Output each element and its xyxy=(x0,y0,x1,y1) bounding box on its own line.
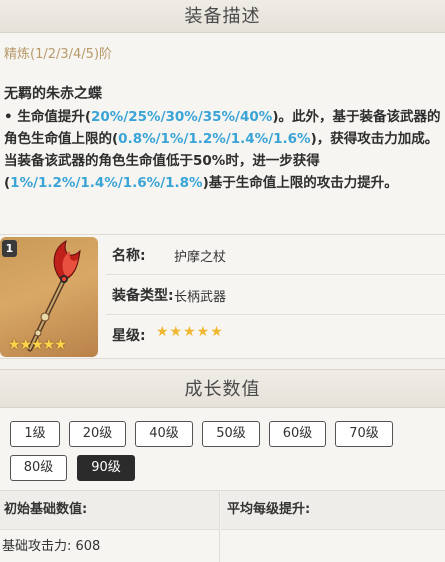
info-row-type: 装备类型: 长柄武器 xyxy=(106,275,445,315)
image-rarity-stars: ★★★★★ xyxy=(8,337,67,353)
desc-text-1: 生命值提升( xyxy=(17,109,92,125)
level-button-60[interactable]: 60级 xyxy=(269,421,326,447)
info-row-name: 名称: 护摩之杖 xyxy=(106,235,445,275)
level-button-20[interactable]: 20级 xyxy=(69,421,126,447)
description-panel: 精炼(1/2/3/4/5)阶 无羁的朱赤之蝶 • 生命值提升(20%/25%/3… xyxy=(0,33,445,235)
level-selector: 1级 20级 40级 50级 60级 70级 80级 90级 xyxy=(0,408,445,490)
rarity-label: 星级: xyxy=(112,328,146,344)
level-button-80[interactable]: 80级 xyxy=(10,455,67,481)
stats-table: 初始基础数值: 平均每级提升: 基础攻击力: 608 xyxy=(0,490,445,562)
type-label: 装备类型: xyxy=(112,288,174,304)
bullet: • xyxy=(4,109,13,125)
level-button-50[interactable]: 50级 xyxy=(202,421,260,447)
name-label: 名称: xyxy=(112,248,146,264)
level-button-70[interactable]: 70级 xyxy=(335,421,393,447)
level-button-40[interactable]: 40级 xyxy=(135,421,193,447)
section-header-description: 装备描述 xyxy=(0,0,445,33)
refinement-label: 精炼(1/2/3/4/5)阶 xyxy=(4,47,113,62)
weapon-type: 长柄武器 xyxy=(174,290,227,305)
column-initial-stats: 初始基础数值: xyxy=(0,491,220,529)
passive-description: • 生命值提升(20%/25%/30%/35%/40%)。此外，基于装备该武器的… xyxy=(4,106,442,194)
info-row-rarity: 星级: ★★★★★ xyxy=(106,315,445,355)
weapon-card: 1 ★★★★★ 名称: 护摩之杖 装备类型: 长柄武器 星级: ★★★★★ xyxy=(0,235,445,359)
atk-bonus-values-2: 1%/1.2%/1.4%/1.6%/1.8% xyxy=(10,175,203,191)
hp-bonus-values: 20%/25%/30%/35%/40% xyxy=(91,109,273,125)
rarity-stars: ★★★★★ xyxy=(156,324,224,340)
column-avg-growth: 平均每级提升: xyxy=(221,491,445,529)
weapon-image: 1 ★★★★★ xyxy=(0,237,98,357)
level-button-1[interactable]: 1级 xyxy=(10,421,60,447)
level-button-90[interactable]: 90级 xyxy=(77,455,135,481)
section-header-growth: 成长数值 xyxy=(0,369,445,408)
base-attack-value: 基础攻击力: 608 xyxy=(0,529,220,562)
weapon-name: 护摩之杖 xyxy=(174,250,227,265)
desc-text-4: )基于生命值上限的攻击力提升。 xyxy=(202,175,398,191)
avg-growth-value xyxy=(221,529,445,562)
atk-bonus-values: 0.8%/1%/1.2%/1.4%/1.6% xyxy=(118,131,311,147)
refine-level-badge: 1 xyxy=(2,240,17,257)
passive-name: 无羁的朱赤之蝶 xyxy=(4,86,102,102)
